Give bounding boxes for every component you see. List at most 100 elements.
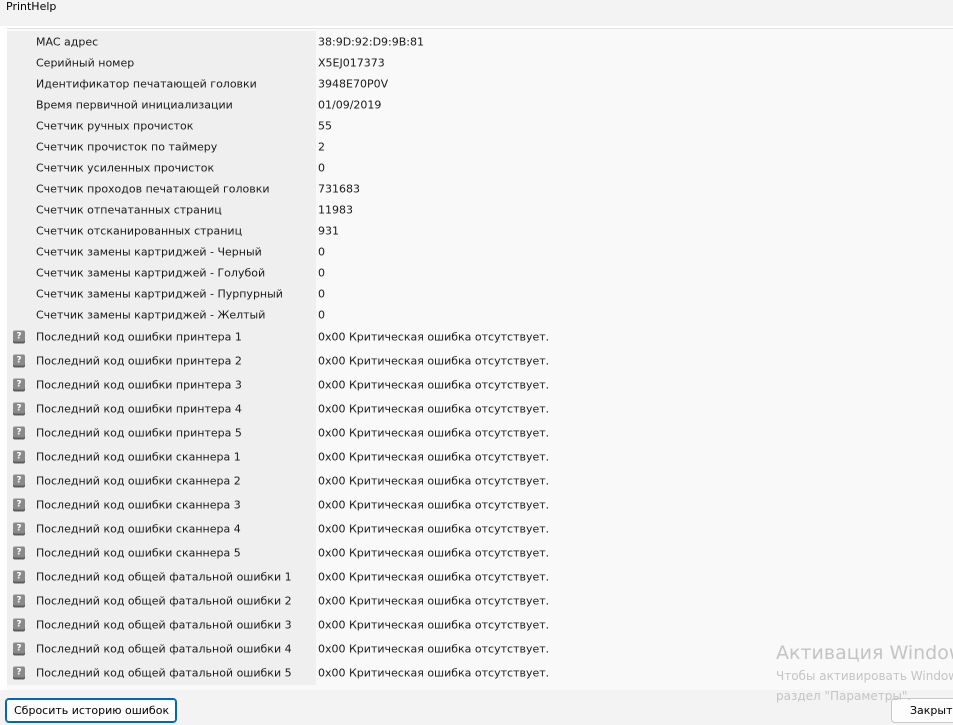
property-value: X5EJ017373 — [318, 56, 385, 69]
error-label: Последний код ошибки сканнера 5 — [36, 546, 241, 560]
property-value: 11983 — [318, 203, 353, 216]
property-label: Счетчик замены картриджей - Пурпурный — [36, 287, 283, 300]
info-row[interactable]: Счетчик замены картриджей - Пурпурный 0 — [7, 283, 953, 304]
property-label: Время первичной инициализации — [36, 98, 233, 111]
error-row[interactable]: ? Последний код общей фатальной ошибки 1 0… — [7, 565, 953, 589]
property-value: 0 — [318, 308, 325, 321]
error-label: Последний код ошибки сканнера 2 — [36, 474, 241, 488]
error-label: Последний код ошибки принтера 2 — [36, 354, 242, 368]
property-label: Идентификатор печатающей головки — [36, 77, 257, 90]
info-row[interactable]: Счетчик замены картриджей - Черный 0 — [7, 241, 953, 262]
help-icon: ? — [13, 570, 25, 584]
info-row[interactable]: MAC адрес 38:9D:92:D9:9B:81 — [7, 31, 953, 52]
help-icon: ? — [13, 450, 25, 464]
help-icon: ? — [13, 522, 25, 536]
error-label: Последний код ошибки принтера 1 — [36, 330, 242, 344]
error-row[interactable]: ? Последний код общей фатальной ошибки 3 0… — [7, 613, 953, 637]
info-row[interactable]: Время первичной инициализации 01/09/2019 — [7, 94, 953, 115]
property-label: Счетчик прочисток по таймеру — [36, 140, 218, 153]
property-value: 931 — [318, 224, 339, 237]
help-icon: ? — [13, 330, 25, 344]
error-value: 0x00 Критическая ошибка отсутствует. — [318, 546, 550, 560]
help-icon: ? — [13, 474, 25, 488]
error-label: Последний код общей фатальной ошибки 1 — [36, 570, 292, 584]
property-label: Счетчик отпечатанных страниц — [36, 203, 222, 216]
help-icon: ? — [13, 378, 25, 392]
info-row[interactable]: Идентификатор печатающей головки 3948E70P… — [7, 73, 953, 94]
property-value: 0 — [318, 266, 325, 279]
error-label: Последний код общей фатальной ошибки 5 — [36, 666, 292, 680]
error-value: 0x00 Критическая ошибка отсутствует. — [318, 378, 550, 392]
error-label: Последний код ошибки принтера 5 — [36, 426, 242, 440]
error-value: 0x00 Критическая ошибка отсутствует. — [318, 402, 550, 416]
property-label: Счетчик усиленных прочисток — [36, 161, 215, 174]
error-row[interactable]: ? Последний код ошибки сканнера 5 0x00 Кри… — [7, 541, 953, 565]
info-row[interactable]: Счетчик замены картриджей - Желтый 0 — [7, 304, 953, 325]
property-label: Серийный номер — [36, 56, 135, 69]
error-row[interactable]: ? Последний код ошибки принтера 3 0x00 Кри… — [7, 373, 953, 397]
help-icon: ? — [13, 498, 25, 512]
error-value: 0x00 Критическая ошибка отсутствует. — [318, 594, 550, 608]
help-icon: ? — [13, 618, 25, 632]
property-label: Счетчик проходов печатающей головки — [36, 182, 270, 195]
error-row[interactable]: ? Последний код ошибки принтера 4 0x00 Кри… — [7, 397, 953, 421]
error-label: Последний код ошибки сканнера 3 — [36, 498, 241, 512]
help-icon: ? — [13, 354, 25, 368]
error-value: 0x00 Критическая ошибка отсутствует. — [318, 666, 550, 680]
info-row[interactable]: Счетчик отсканированных страниц 931 — [7, 220, 953, 241]
property-label: Счетчик замены картриджей - Желтый — [36, 308, 266, 321]
error-row[interactable]: ? Последний код ошибки сканнера 1 0x00 Кри… — [7, 445, 953, 469]
info-row[interactable]: Счетчик усиленных прочисток 0 — [7, 157, 953, 178]
error-value: 0x00 Критическая ошибка отсутствует. — [318, 450, 550, 464]
reset-error-history-button[interactable]: Сбросить историю ошибок — [5, 698, 177, 723]
error-value: 0x00 Критическая ошибка отсутствует. — [318, 330, 550, 344]
window-title: PrintHelp — [6, 0, 57, 13]
help-icon: ? — [13, 666, 25, 680]
property-label: Счетчик замены картриджей - Голубой — [36, 266, 266, 279]
error-value: 0x00 Критическая ошибка отсутствует. — [318, 642, 550, 656]
info-row[interactable]: Счетчик замены картриджей - Голубой 0 — [7, 262, 953, 283]
error-row[interactable]: ? Последний код ошибки принтера 5 0x00 Кри… — [7, 421, 953, 445]
error-row[interactable]: ? Последний код ошибки сканнера 3 0x00 Кри… — [7, 493, 953, 517]
error-row[interactable]: ? Последний код общей фатальной ошибки 2 0… — [7, 589, 953, 613]
property-value: 38:9D:92:D9:9B:81 — [318, 35, 425, 48]
property-label: MAC адрес — [36, 35, 99, 48]
error-value: 0x00 Критическая ошибка отсутствует. — [318, 618, 550, 632]
error-row[interactable]: ? Последний код ошибки сканнера 4 0x00 Кри… — [7, 517, 953, 541]
property-label: Счетчик отсканированных страниц — [36, 224, 243, 237]
error-row[interactable]: ? Последний код ошибки принтера 1 0x00 Кри… — [7, 325, 953, 349]
error-label: Последний код ошибки принтера 3 — [36, 378, 242, 392]
error-label: Последний код ошибки сканнера 4 — [36, 522, 241, 536]
info-row[interactable]: Счетчик ручных прочисток 55 — [7, 115, 953, 136]
property-label: Счетчик замены картриджей - Черный — [36, 245, 262, 258]
info-row[interactable]: Счетчик прочисток по таймеру 2 — [7, 136, 953, 157]
property-value: 2 — [318, 140, 325, 153]
info-row[interactable]: Счетчик проходов печатающей головки 73168… — [7, 178, 953, 199]
property-value: 01/09/2019 — [318, 98, 382, 111]
property-value: 731683 — [318, 182, 360, 195]
device-info-list[interactable]: MAC адрес 38:9D:92:D9:9B:81 Серийный номер… — [7, 28, 953, 690]
error-value: 0x00 Критическая ошибка отсутствует. — [318, 474, 550, 488]
error-label: Последний код общей фатальной ошибки 3 — [36, 618, 292, 632]
error-label: Последний код ошибки сканнера 1 — [36, 450, 241, 464]
help-icon: ? — [13, 402, 25, 416]
error-row[interactable]: ? Последний код общей фатальной ошибки 5 0… — [7, 661, 953, 685]
property-value: 0 — [318, 161, 325, 174]
title-bar: PrintHelp — [0, 0, 953, 26]
info-row[interactable]: Серийный номер X5EJ017373 — [7, 52, 953, 73]
error-row[interactable]: ? Последний код ошибки сканнера 2 0x00 Кри… — [7, 469, 953, 493]
error-row[interactable]: ? Последний код общей фатальной ошибки 4 0… — [7, 637, 953, 661]
property-value: 55 — [318, 119, 332, 132]
property-value: 0 — [318, 245, 325, 258]
property-value: 3948E70P0V — [318, 77, 389, 90]
error-row[interactable]: ? Последний код ошибки принтера 2 0x00 Кри… — [7, 349, 953, 373]
error-label: Последний код общей фатальной ошибки 4 — [36, 642, 292, 656]
error-value: 0x00 Критическая ошибка отсутствует. — [318, 354, 550, 368]
error-label: Последний код общей фатальной ошибки 2 — [36, 594, 292, 608]
help-icon: ? — [13, 594, 25, 608]
close-button[interactable]: Закрыть — [891, 698, 953, 723]
help-icon: ? — [13, 642, 25, 656]
error-label: Последний код ошибки принтера 4 — [36, 402, 242, 416]
info-row[interactable]: Счетчик отпечатанных страниц 11983 — [7, 199, 953, 220]
help-icon: ? — [13, 546, 25, 560]
